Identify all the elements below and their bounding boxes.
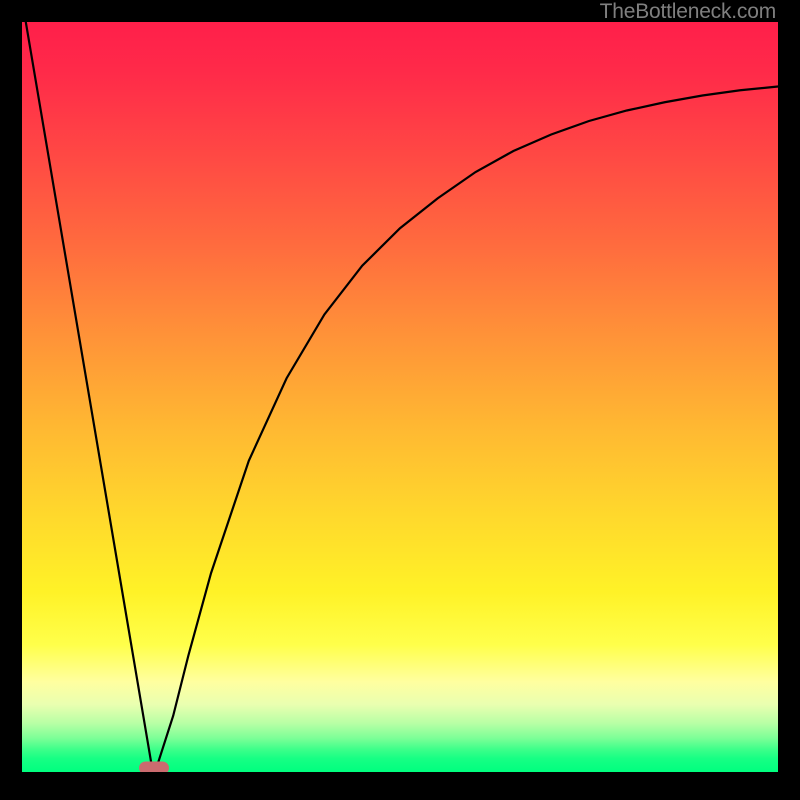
curve-layer: [22, 22, 778, 772]
chart-frame: TheBottleneck.com: [0, 0, 800, 800]
watermark-text: TheBottleneck.com: [600, 0, 776, 24]
left-line: [26, 22, 152, 768]
bottleneck-marker: [139, 761, 169, 772]
right-curve: [157, 87, 778, 768]
plot-area: [22, 22, 778, 772]
